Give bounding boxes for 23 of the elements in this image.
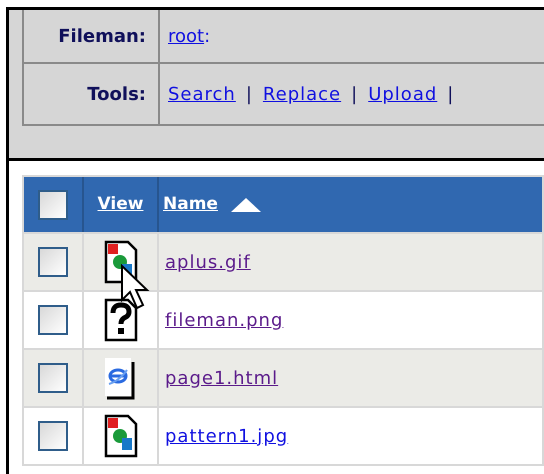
- path-separator: :: [204, 24, 210, 48]
- column-header[interactable]: View: [98, 192, 144, 218]
- file-link[interactable]: page1.html: [165, 364, 278, 392]
- unknown-file-icon: [104, 298, 138, 342]
- separator: |: [447, 82, 454, 106]
- row-label: Fileman:: [24, 10, 160, 62]
- checkbox[interactable]: [38, 247, 68, 277]
- file-link[interactable]: aplus.gif: [165, 248, 251, 276]
- tool-link[interactable]: Search: [168, 80, 236, 108]
- checkbox[interactable]: [38, 421, 68, 451]
- path-link[interactable]: root: [168, 22, 204, 50]
- tool-link[interactable]: Upload: [368, 80, 438, 108]
- row-label: Tools:: [24, 64, 160, 124]
- separator: |: [351, 82, 358, 106]
- file-link[interactable]: pattern1.jpg: [165, 422, 288, 450]
- separator: |: [246, 82, 253, 106]
- file-link[interactable]: fileman.png: [165, 306, 284, 334]
- column-header[interactable]: Name: [163, 192, 218, 218]
- image-file-icon: [104, 414, 138, 458]
- tool-link[interactable]: Replace: [262, 80, 342, 108]
- checkbox[interactable]: [38, 363, 68, 393]
- checkbox[interactable]: [38, 305, 68, 335]
- checkbox[interactable]: [38, 190, 68, 220]
